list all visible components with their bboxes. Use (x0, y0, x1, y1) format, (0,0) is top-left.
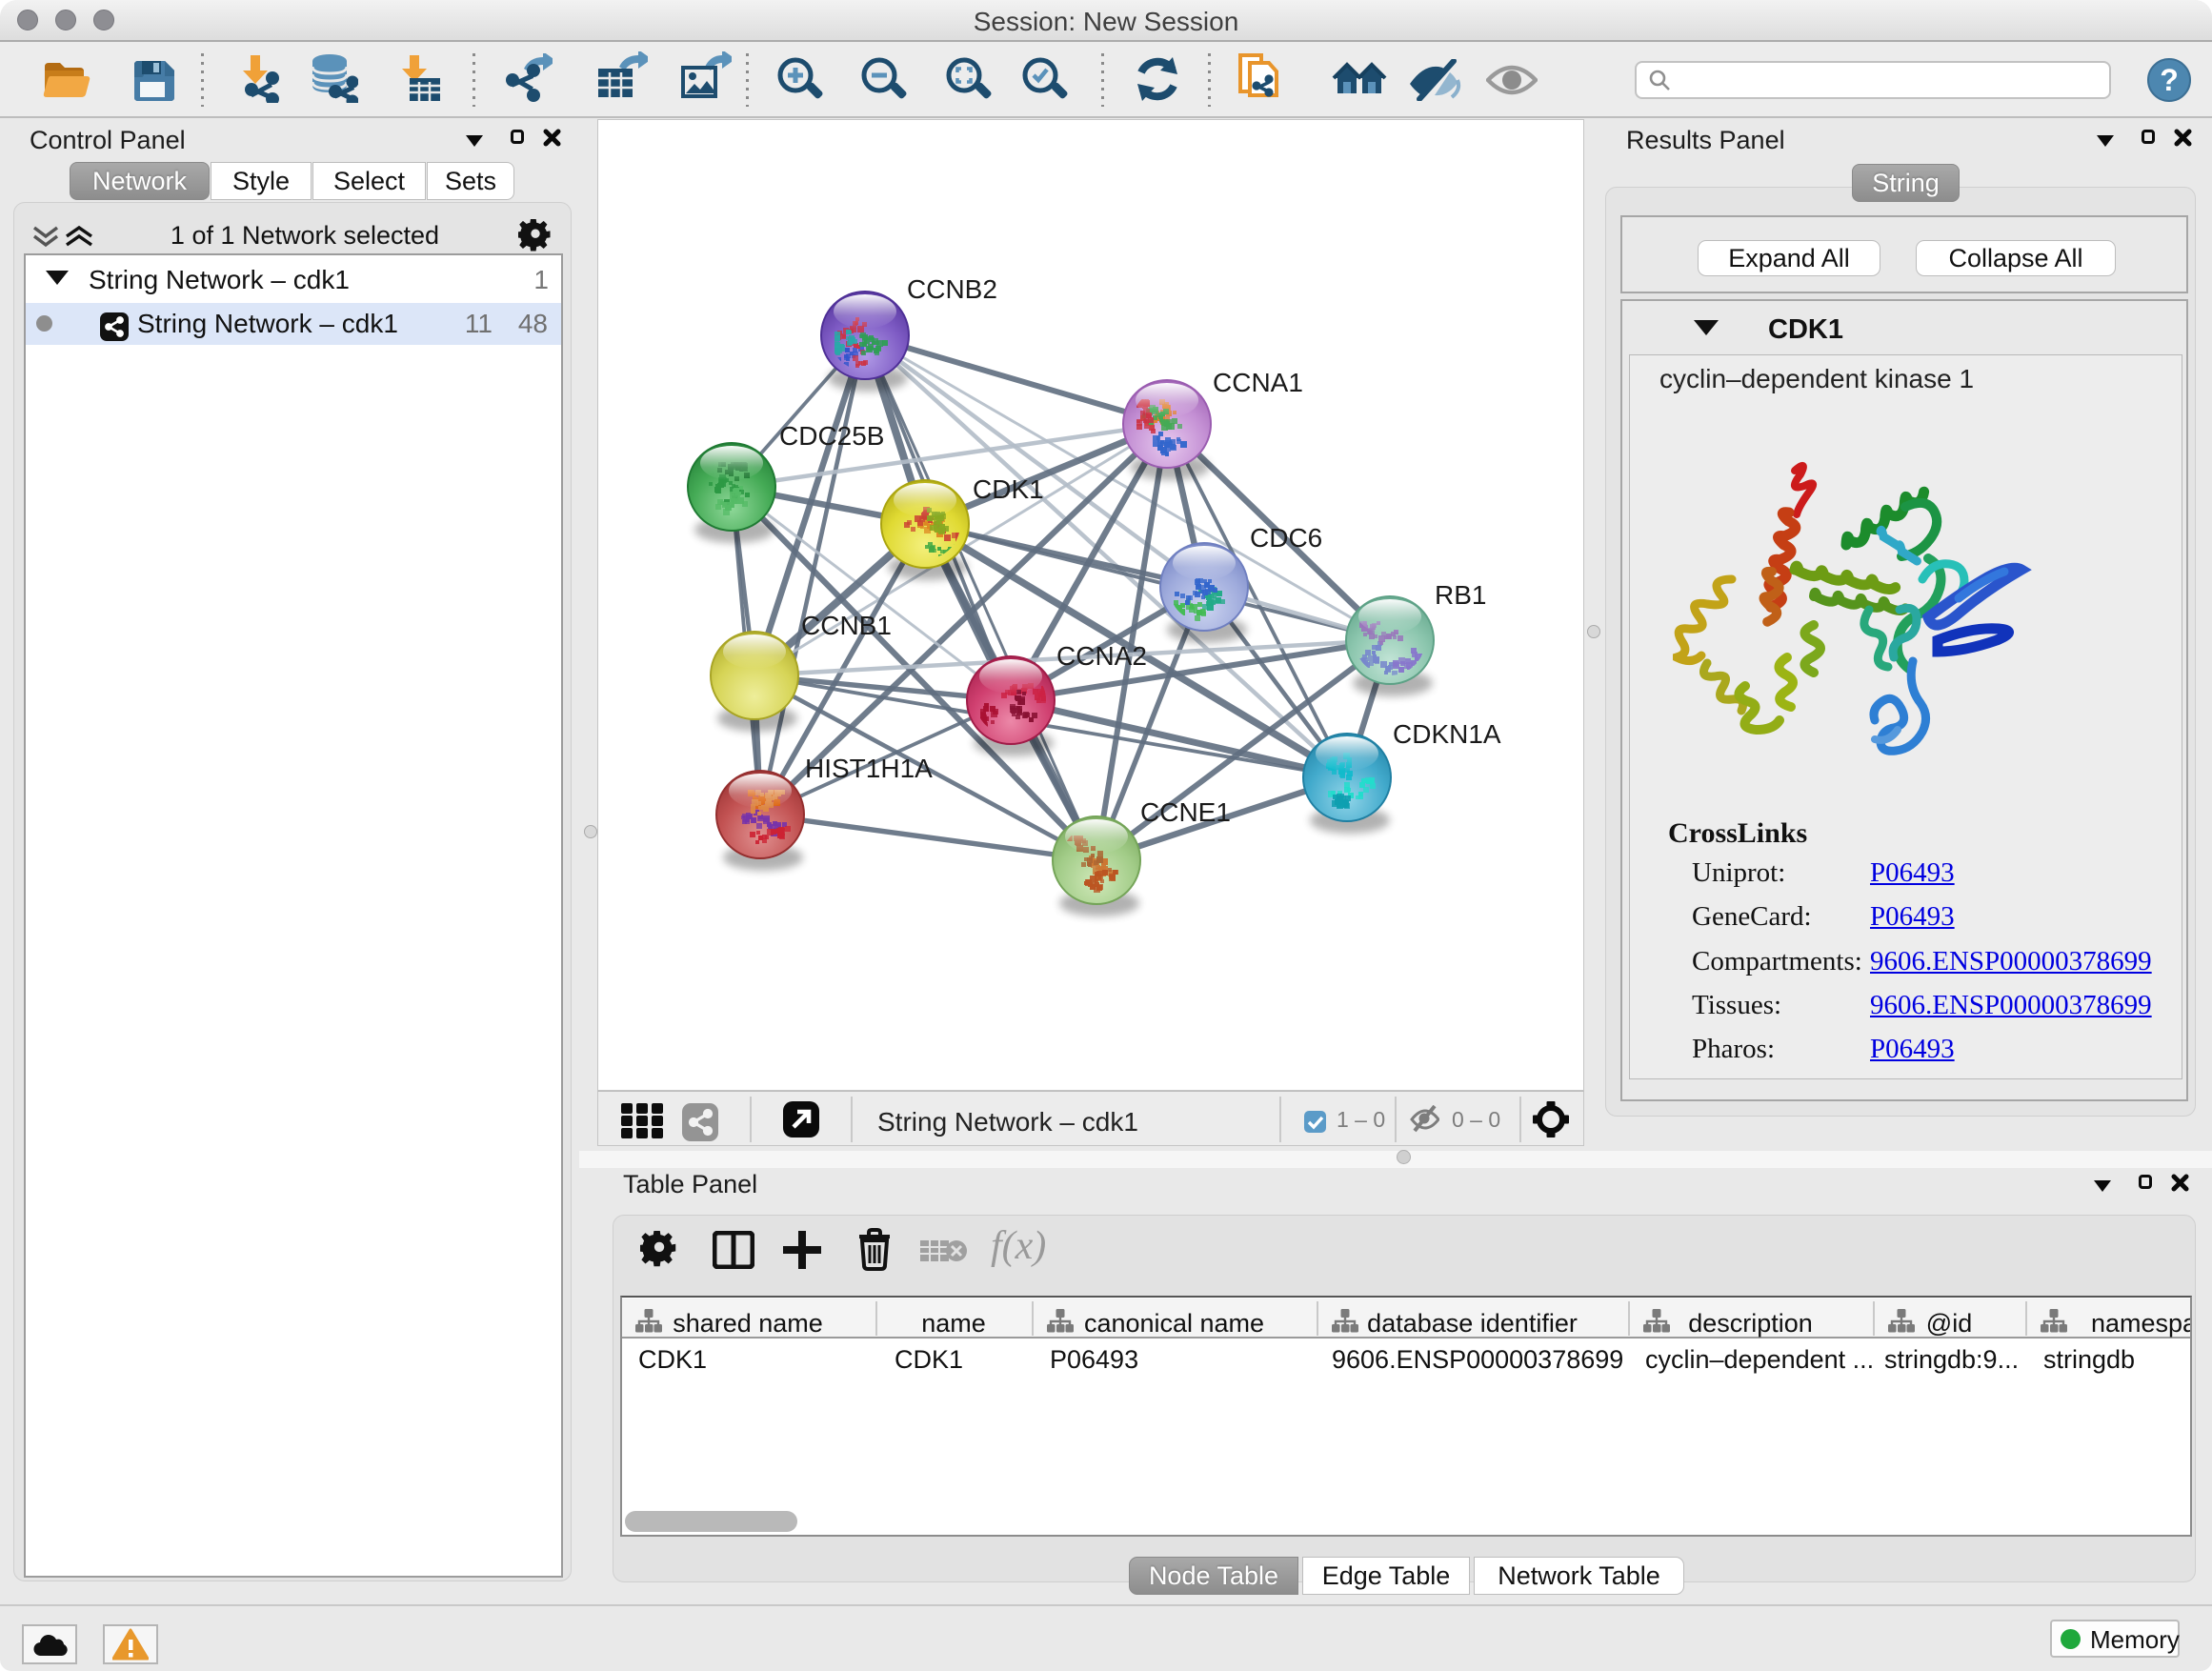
svg-text:CDC6: CDC6 (1250, 523, 1322, 553)
svg-text:CCNB2: CCNB2 (907, 274, 997, 304)
svg-text:CDC25B: CDC25B (779, 421, 884, 451)
svg-text:CCNE1: CCNE1 (1140, 797, 1231, 827)
svg-text:RB1: RB1 (1435, 580, 1486, 610)
svg-text:CCNB1: CCNB1 (801, 611, 892, 640)
svg-text:CDK1: CDK1 (973, 474, 1044, 504)
svg-text:CDKN1A: CDKN1A (1393, 719, 1501, 749)
svg-text:CCNA1: CCNA1 (1213, 368, 1303, 397)
svg-text:CCNA2: CCNA2 (1056, 641, 1147, 671)
svg-text:HIST1H1A: HIST1H1A (805, 754, 933, 783)
